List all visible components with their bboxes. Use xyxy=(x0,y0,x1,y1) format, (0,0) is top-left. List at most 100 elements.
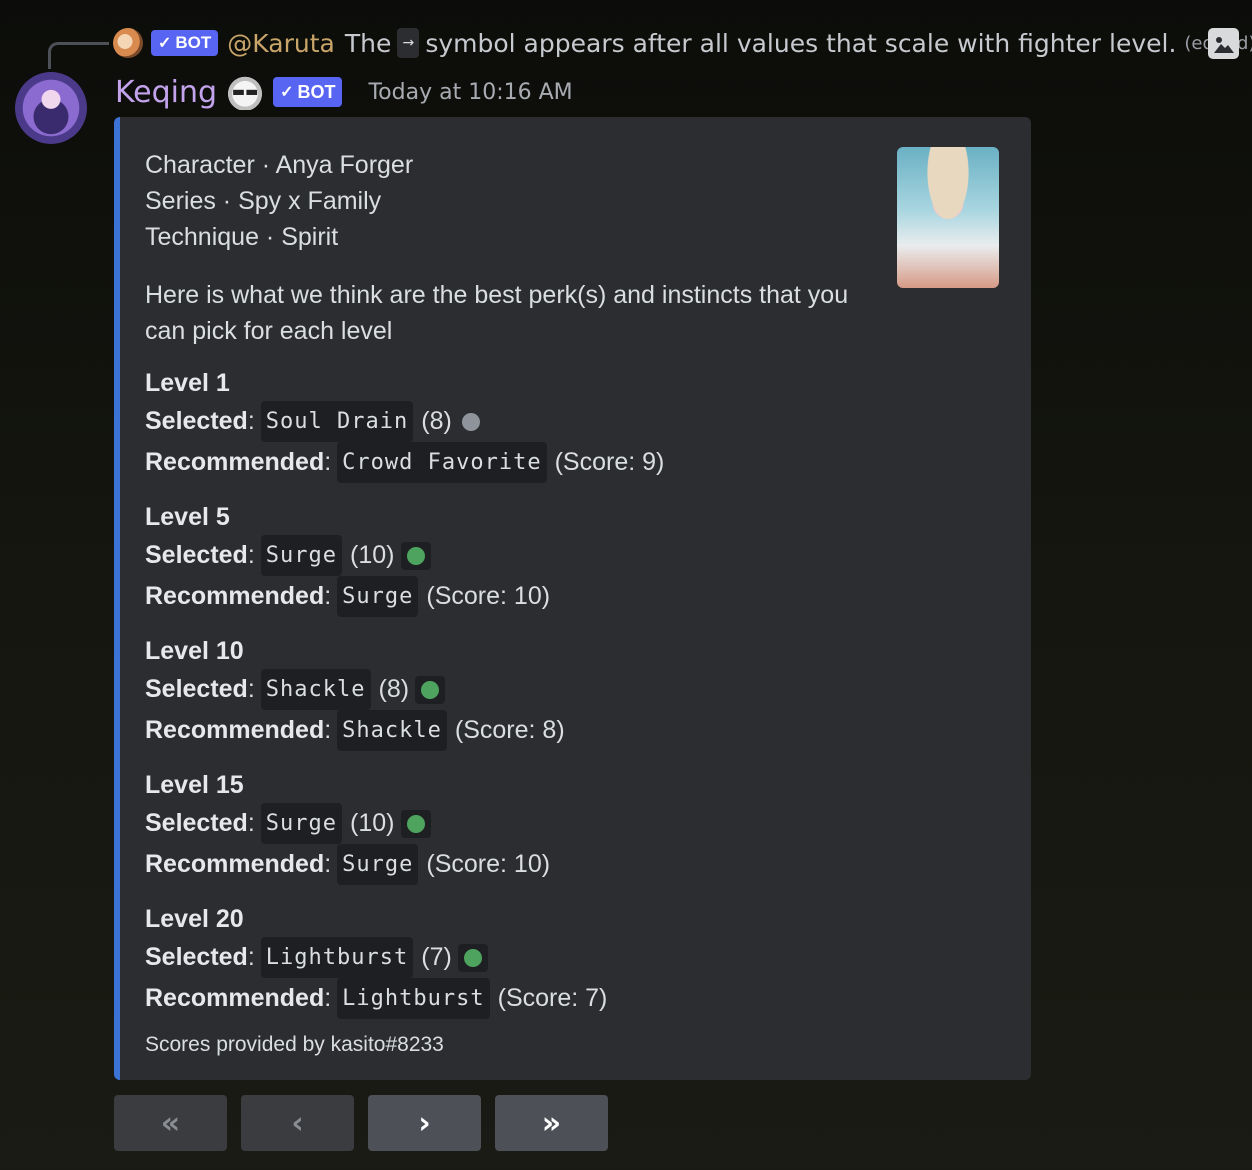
selected-label: Selected xyxy=(145,407,248,435)
recommended-label: Recommended xyxy=(145,448,325,476)
recommended-score: (Score: 10) xyxy=(426,582,551,610)
recommended-line: Recommended: Surge (Score: 10) xyxy=(145,844,865,885)
selected-line: Selected: Surge (10) xyxy=(145,803,865,844)
selected-perk: Lightburst xyxy=(260,937,414,978)
recommended-colon: : xyxy=(324,984,332,1012)
selected-perk: Surge xyxy=(260,535,343,576)
author-name[interactable]: Keqing xyxy=(115,75,217,110)
pagination-buttons: «‹ ›» xyxy=(114,1095,608,1151)
embed-body: Character · Anya Forger Series · Spy x F… xyxy=(145,147,865,1057)
level-title: Level 15 xyxy=(145,771,244,799)
status-green-icon xyxy=(421,680,440,699)
recommended-line: Recommended: Shackle (Score: 8) xyxy=(145,710,865,751)
recommended-score: (Score: 9) xyxy=(554,448,665,476)
recommended-line: Recommended: Lightburst (Score: 7) xyxy=(145,978,865,1019)
selected-line: Selected: Surge (10) xyxy=(145,535,865,576)
embed-card: Character · Anya Forger Series · Spy x F… xyxy=(114,117,1031,1080)
recommended-label: Recommended xyxy=(145,716,325,744)
recommended-perk: Surge xyxy=(337,576,419,617)
last-page-button[interactable]: » xyxy=(495,1095,608,1151)
selected-label: Selected xyxy=(145,675,248,703)
recommended-score: (Score: 8) xyxy=(454,716,565,744)
selected-line: Selected: Shackle (8) xyxy=(145,669,865,710)
embed-intro: Here is what we think are the best perk(… xyxy=(145,281,849,345)
recommended-colon: : xyxy=(324,716,332,744)
technique-line: Technique · Spirit xyxy=(145,223,339,251)
message-timestamp[interactable]: Today at 10:16 AM xyxy=(368,80,572,105)
recommended-perk: Lightburst xyxy=(337,978,490,1019)
first-page-button[interactable]: « xyxy=(114,1095,227,1151)
image-icon[interactable] xyxy=(1208,28,1239,59)
character-line: Character · Anya Forger xyxy=(145,151,414,179)
status-green-icon xyxy=(463,948,482,967)
selected-perk: Surge xyxy=(260,803,343,844)
level-block: Level 5 Selected: Surge (10) Recommended: Sur… xyxy=(145,499,865,617)
next-page-button[interactable]: › xyxy=(368,1095,481,1151)
selected-colon: : xyxy=(247,675,255,703)
recommended-perk: Shackle xyxy=(337,710,447,751)
reply-text-before: The xyxy=(344,28,392,58)
recommended-colon: : xyxy=(324,448,332,476)
recommended-perk: Crowd Favorite xyxy=(337,442,547,483)
selected-value: (8) xyxy=(421,407,452,435)
recommended-colon: : xyxy=(324,582,332,610)
reply-preview[interactable]: ✓ BOT @Karuta The → symbol appears after… xyxy=(113,26,1252,60)
reply-text-after: symbol appears after all values that sca… xyxy=(425,28,1177,58)
character-thumbnail[interactable] xyxy=(897,147,999,288)
selected-colon: : xyxy=(247,407,255,435)
reply-bot-tag: ✓ BOT xyxy=(151,30,219,56)
selected-label: Selected xyxy=(145,541,248,569)
selected-label: Selected xyxy=(145,809,248,837)
verified-check-icon: ✓ xyxy=(158,35,172,52)
selected-colon: : xyxy=(247,809,255,837)
level-title: Level 20 xyxy=(145,905,244,933)
status-gray-icon xyxy=(461,412,480,431)
status-green-icon xyxy=(406,546,425,565)
recommended-label: Recommended xyxy=(145,850,325,878)
message-header: Keqing ▬▬ ✓ BOT Today at 10:16 AM xyxy=(115,72,573,112)
selected-perk: Soul Drain xyxy=(260,401,414,442)
level-block: Level 20 Selected: Lightburst (7) Recommende… xyxy=(145,901,865,1019)
embed-accent-bar xyxy=(114,117,120,1080)
level-title: Level 10 xyxy=(145,637,244,665)
status-chip xyxy=(415,675,446,704)
level-block: Level 15 Selected: Surge (10) Recommended: Su… xyxy=(145,767,865,885)
levels-list: Level 1 Selected: Soul Drain (8) Recommended… xyxy=(145,365,865,1019)
recommended-score: (Score: 7) xyxy=(497,984,608,1012)
status-green-icon xyxy=(406,814,425,833)
previous-page-button[interactable]: ‹ xyxy=(241,1095,354,1151)
embed-footer: Scores provided by kasito#8233 xyxy=(145,1033,444,1056)
recommended-line: Recommended: Surge (Score: 10) xyxy=(145,576,865,617)
selected-value: (8) xyxy=(378,675,410,703)
arrow-symbol-code: → xyxy=(397,28,420,58)
recommended-label: Recommended xyxy=(145,984,325,1012)
recommended-label: Recommended xyxy=(145,582,325,610)
recommended-line: Recommended: Crowd Favorite (Score: 9) xyxy=(145,442,865,483)
status-chip xyxy=(457,943,488,972)
author-avatar[interactable] xyxy=(15,72,87,144)
selected-label: Selected xyxy=(145,943,248,971)
selected-line: Selected: Lightburst (7) xyxy=(145,937,865,978)
recommended-score: (Score: 10) xyxy=(426,850,551,878)
selected-colon: : xyxy=(247,541,255,569)
verified-check-icon: ✓ xyxy=(280,84,294,101)
level-title: Level 1 xyxy=(145,369,230,397)
selected-value: (10) xyxy=(350,541,395,569)
status-chip xyxy=(400,809,431,838)
selected-value: (7) xyxy=(421,943,452,971)
level-title: Level 5 xyxy=(145,503,230,531)
recommended-perk: Surge xyxy=(337,844,419,885)
level-block: Level 10 Selected: Shackle (8) Recommended: S… xyxy=(145,633,865,751)
level-block: Level 1 Selected: Soul Drain (8) Recommended… xyxy=(145,365,865,483)
reply-author-avatar[interactable] xyxy=(113,28,143,58)
author-emoji-icon: ▬▬ xyxy=(225,74,266,110)
series-line: Series · Spy x Family xyxy=(145,187,382,215)
selected-value: (10) xyxy=(350,809,395,837)
reply-connector xyxy=(48,42,109,69)
recommended-colon: : xyxy=(324,850,332,878)
selected-perk: Shackle xyxy=(260,669,371,710)
reply-author-mention[interactable]: @Karuta xyxy=(227,29,335,58)
status-chip xyxy=(400,541,431,570)
selected-colon: : xyxy=(247,943,255,971)
author-bot-tag: ✓ BOT xyxy=(273,77,343,107)
